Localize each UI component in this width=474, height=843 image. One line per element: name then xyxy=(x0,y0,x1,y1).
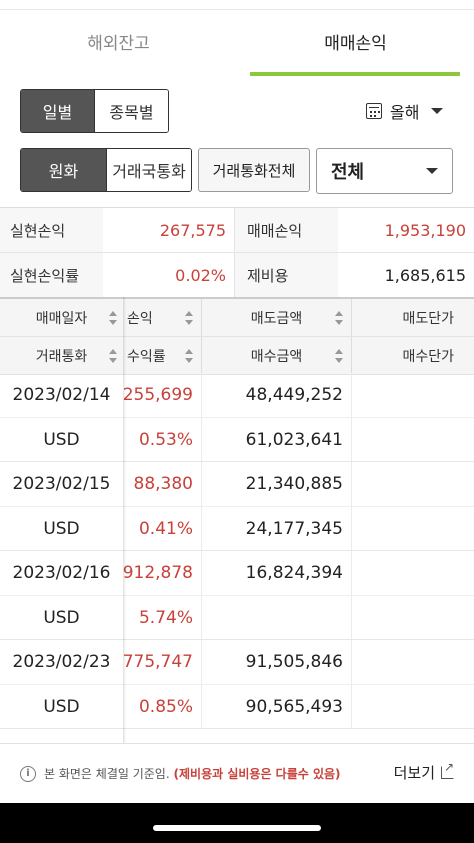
table-row[interactable]: 2023/02/23 775,747 91,505,846 USD 0.85% … xyxy=(0,640,474,729)
return-rate: 5.74% xyxy=(138,607,193,628)
trade-date: 2023/02/23 xyxy=(12,652,111,672)
footer-notice: i 본 화면은 체결일 기준임. (제비용과 실비용은 다를수 있음) 더보기 xyxy=(0,743,474,803)
sell-price xyxy=(351,462,474,506)
sell-amount: 16,824,394 xyxy=(201,551,351,595)
table-row[interactable]: 2023/02/16 912,878 16,824,394 USD 5.74% xyxy=(0,551,474,640)
toggle-by-stock[interactable]: 종목별 xyxy=(94,90,168,132)
table-header: 매매일자 손익 매도금액 매도단가 거래통화 수익률 매수금액 매수단가 xyxy=(0,297,474,375)
sell-price xyxy=(351,551,474,595)
summary-row: 실현손익률 0.02% 제비용 1,685,615 xyxy=(0,253,474,298)
header-currency[interactable]: 거래통화 xyxy=(0,337,123,374)
fees-value: 1,685,615 xyxy=(384,265,466,285)
sort-icon xyxy=(185,349,193,363)
toggle-krw[interactable]: 원화 xyxy=(21,149,106,191)
filter-select[interactable]: 전체 xyxy=(316,148,453,194)
external-link-icon xyxy=(441,760,454,779)
sell-amount: 21,340,885 xyxy=(201,462,351,506)
sort-icon xyxy=(109,311,117,325)
summary-table: 실현손익 267,575 매매손익 1,953,190 실현손익률 0.02% … xyxy=(0,207,474,298)
frozen-column-shadow xyxy=(123,297,126,743)
currency: USD xyxy=(43,607,80,628)
more-link[interactable]: 더보기 xyxy=(393,760,454,783)
header-trade-date[interactable]: 매매일자 xyxy=(0,299,123,336)
active-tab-indicator xyxy=(250,72,460,76)
buy-amount: 24,177,345 xyxy=(201,507,351,550)
more-label: 더보기 xyxy=(393,764,435,782)
period-label: 올해 xyxy=(390,103,420,122)
summary-row: 실현손익 267,575 매매손익 1,953,190 xyxy=(0,208,474,253)
sort-icon xyxy=(109,349,117,363)
info-icon: i xyxy=(20,765,36,782)
sort-icon xyxy=(335,311,343,325)
return-rate: 0.53% xyxy=(138,429,193,450)
tab-overseas-balance[interactable]: 해외잔고 xyxy=(0,12,237,76)
buy-price xyxy=(351,685,474,728)
sell-price xyxy=(351,373,474,417)
sell-amount: 48,449,252 xyxy=(201,373,351,417)
header-row: 거래통화 수익률 매수금액 매수단가 xyxy=(0,337,474,375)
buy-price xyxy=(351,418,474,461)
sort-icon xyxy=(185,311,193,325)
pl-value: 88,380 xyxy=(133,474,193,494)
trade-pl-label: 매매손익 xyxy=(235,208,338,252)
system-nav-area xyxy=(0,803,474,843)
sell-price xyxy=(351,640,474,684)
buy-amount xyxy=(201,596,351,639)
header-buy-price: 매수단가 xyxy=(351,337,474,374)
sell-amount: 91,505,846 xyxy=(201,640,351,684)
trade-date: 2023/02/14 xyxy=(12,385,111,405)
tab-trading-pl[interactable]: 매매손익 xyxy=(237,12,474,76)
pl-value: 775,747 xyxy=(123,652,193,672)
home-indicator[interactable] xyxy=(153,825,321,831)
header-return-rate[interactable]: 수익률 xyxy=(123,337,201,374)
trade-date: 2023/02/15 xyxy=(12,474,111,494)
currency-type-toggle: 원화 거래국통화 xyxy=(20,148,192,192)
currency: USD xyxy=(43,429,80,450)
header-row: 매매일자 손익 매도금액 매도단가 xyxy=(0,299,474,337)
table-body: 2023/02/14 255,699 48,449,252 USD 0.53% … xyxy=(0,373,474,729)
calendar-icon xyxy=(366,103,382,119)
chevron-down-icon xyxy=(431,108,444,114)
trade-date: 2023/02/16 xyxy=(12,563,111,583)
header-buy-amount[interactable]: 매수금액 xyxy=(201,337,351,374)
buy-amount: 90,565,493 xyxy=(201,685,351,728)
buy-price xyxy=(351,507,474,550)
fees-label: 제비용 xyxy=(235,253,338,297)
return-rate: 0.85% xyxy=(138,696,193,717)
tab-bar: 해외잔고 매매손익 xyxy=(0,12,474,76)
filter-select-value: 전체 xyxy=(331,162,365,183)
header-sell-amount[interactable]: 매도금액 xyxy=(201,299,351,336)
header-pl[interactable]: 손익 xyxy=(123,299,201,336)
trade-pl-value: 1,953,190 xyxy=(384,220,466,240)
realized-pl-label: 실현손익 xyxy=(0,208,103,252)
sort-icon xyxy=(335,349,343,363)
period-selector[interactable]: 올해 xyxy=(366,98,444,124)
realized-pl-value: 267,575 xyxy=(103,208,235,252)
realized-rate-value: 0.02% xyxy=(103,253,235,297)
currency: USD xyxy=(43,518,80,539)
return-rate: 0.41% xyxy=(138,518,193,539)
chevron-down-icon xyxy=(426,168,438,174)
period-type-toggle: 일별 종목별 xyxy=(20,89,169,133)
currency: USD xyxy=(43,696,80,717)
toggle-daily[interactable]: 일별 xyxy=(21,90,94,132)
table-row[interactable]: 2023/02/14 255,699 48,449,252 USD 0.53% … xyxy=(0,373,474,462)
header-sell-price: 매도단가 xyxy=(351,299,474,336)
table-row[interactable]: 2023/02/15 88,380 21,340,885 USD 0.41% 2… xyxy=(0,462,474,551)
status-strip xyxy=(0,0,474,10)
notice-emphasis: (제비용과 실비용은 다를수 있음) xyxy=(173,767,341,781)
notice-text: 본 화면은 체결일 기준임. (제비용과 실비용은 다를수 있음) xyxy=(44,767,341,781)
pl-value: 255,699 xyxy=(123,385,193,405)
buy-amount: 61,023,641 xyxy=(201,418,351,461)
all-currencies-button[interactable]: 거래통화전체 xyxy=(198,148,310,192)
buy-price xyxy=(351,596,474,639)
pl-value: 912,878 xyxy=(123,563,193,583)
toggle-local-currency[interactable]: 거래국통화 xyxy=(106,149,191,191)
realized-rate-label: 실현손익률 xyxy=(0,253,103,297)
